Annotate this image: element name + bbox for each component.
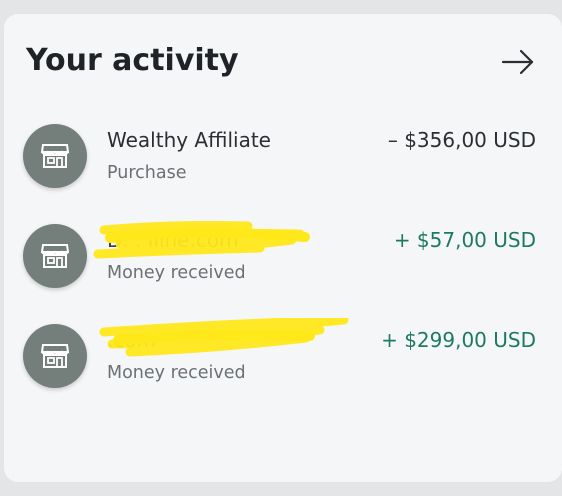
arrow-right-icon[interactable] [500, 45, 536, 79]
transaction-type: Money received [107, 363, 246, 383]
storefront-icon [40, 144, 70, 168]
section-title: Your activity [26, 43, 239, 78]
list-item[interactable]: Wealthy Affiliate Purchase – $356,00 USD [0, 118, 562, 208]
list-item[interactable]: .com Money received + $299,00 USD [0, 318, 562, 408]
transaction-amount: + $57,00 USD [393, 228, 536, 252]
transaction-amount: + $299,00 USD [381, 328, 536, 352]
transaction-amount: – $356,00 USD [387, 128, 536, 152]
merchant-name: Wealthy Affiliate [107, 128, 271, 152]
transaction-type: Purchase [107, 163, 187, 183]
list-item[interactable]: D. . iline.com Money received + $57,00 U… [0, 218, 562, 308]
transaction-type: Money received [107, 263, 246, 283]
screen-background: Your activity Wealthy Affiliate Purchase… [0, 0, 562, 496]
merchant-avatar [23, 124, 87, 188]
